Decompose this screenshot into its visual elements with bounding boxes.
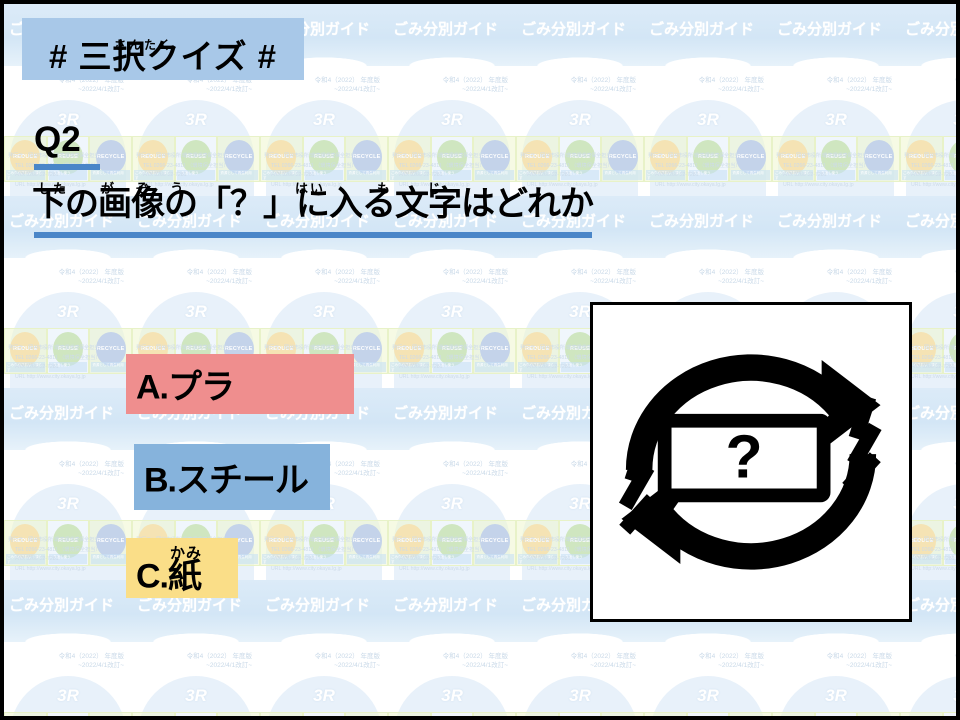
tile-circle-reduce: REDUCE bbox=[394, 716, 424, 720]
tile-circle-reuse: REUSE bbox=[821, 716, 851, 720]
choice-b[interactable]: B.スチール bbox=[134, 444, 330, 510]
tile-circle-reuse: REUSE bbox=[181, 716, 211, 720]
question-text: 下の画像の「？」に入る文字はどれか bbox=[32, 185, 594, 223]
tile-circle-reuse: REUSE bbox=[565, 716, 595, 720]
tile-circle-recycle: RECYCLE bbox=[352, 716, 382, 720]
quiz-slide: ごみ分別ガイド令和4（2022） 年度版~2022/4/1改訂~3RREDUCE… bbox=[0, 0, 960, 720]
choice-a[interactable]: A.プラ bbox=[126, 354, 354, 414]
tile-circle-reduce: REDUCE bbox=[650, 716, 680, 720]
question-mark-glyph: ? bbox=[726, 423, 763, 491]
tile-circle-recycle: RECYCLE bbox=[224, 716, 254, 720]
slide-content: さんたく # 三択クイズ # Q2 した が ぞ う はい も じ 下の画像の「… bbox=[4, 4, 956, 716]
choice-b-label: B.スチール bbox=[144, 461, 309, 500]
tile-circle-reduce: REDUCE bbox=[138, 716, 168, 720]
tile-circle-recycle: RECYCLE bbox=[864, 716, 894, 720]
tile-circle-recycle: RECYCLE bbox=[480, 716, 510, 720]
question-wrapper: 下の画像の「？」に入る文字はどれか bbox=[32, 176, 594, 225]
tile-circle-reduce: REDUCE bbox=[522, 716, 552, 720]
recycling-loop-icon: ? bbox=[618, 354, 882, 570]
tile-circle-recycle: RECYCLE bbox=[736, 716, 766, 720]
tile-circle-reuse: REUSE bbox=[693, 716, 723, 720]
tile-circle-reduce: REDUCE bbox=[266, 716, 296, 720]
question-underline bbox=[34, 232, 592, 238]
question-number-underline bbox=[34, 164, 100, 170]
tile-circle-reuse: REUSE bbox=[53, 716, 83, 720]
tile-circle-reuse: REUSE bbox=[309, 716, 339, 720]
tile-circle-reduce: REDUCE bbox=[906, 716, 936, 720]
tile-circle-recycle: RECYCLE bbox=[608, 716, 638, 720]
title-text: # 三択クイズ # bbox=[48, 38, 278, 75]
furigana-kami: かみ bbox=[170, 545, 203, 562]
tile-circle-reduce: REDUCE bbox=[10, 716, 40, 720]
tile-circle-recycle: RECYCLE bbox=[96, 716, 126, 720]
tile-circle-reduce: REDUCE bbox=[778, 716, 808, 720]
title-banner: さんたく # 三択クイズ # bbox=[22, 18, 304, 80]
recycling-image-panel: ? bbox=[590, 302, 912, 622]
choice-a-label: A.プラ bbox=[136, 368, 235, 407]
tile-circle-reuse: REUSE bbox=[437, 716, 467, 720]
tile-circle-reuse: REUSE bbox=[949, 716, 960, 720]
question-number: Q2 bbox=[34, 120, 81, 159]
